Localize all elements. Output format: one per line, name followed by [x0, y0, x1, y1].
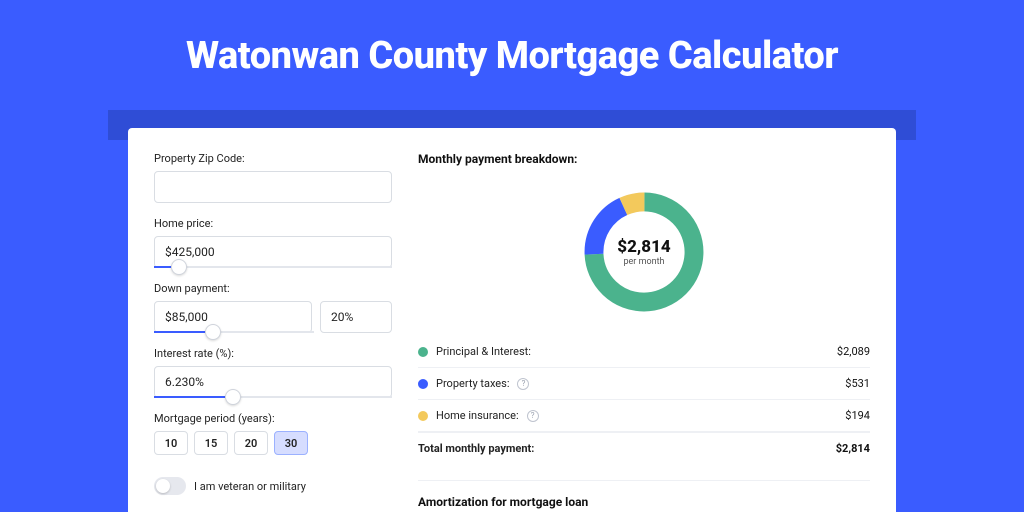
page: Watonwan County Mortgage Calculator Prop… [0, 0, 1024, 512]
rate-group: Interest rate (%): [154, 347, 392, 398]
rate-label: Interest rate (%): [154, 347, 392, 360]
legend: Principal & Interest: $2,089 Property ta… [418, 336, 870, 464]
legend-row-total: Total monthly payment: $2,814 [418, 432, 870, 464]
period-buttons: 10 15 20 30 [154, 431, 392, 455]
breakdown-title: Monthly payment breakdown: [418, 152, 870, 166]
price-slider[interactable] [154, 266, 392, 268]
period-group: Mortgage period (years): 10 15 20 30 [154, 412, 392, 455]
price-slider-fill [154, 266, 171, 268]
rate-slider-thumb[interactable] [225, 389, 241, 405]
rate-slider-fill [154, 396, 225, 398]
legend-label: Principal & Interest: [436, 345, 531, 358]
down-slider-fill [154, 331, 205, 333]
amortization-section: Amortization for mortgage loan Amortizat… [418, 480, 870, 512]
amortization-heading: Amortization for mortgage loan [418, 495, 870, 509]
veteran-row: I am veteran or military [154, 477, 392, 495]
down-slider[interactable] [154, 331, 314, 333]
legend-row-insurance: Home insurance: ? $194 [418, 400, 870, 432]
period-button-20[interactable]: 20 [234, 431, 268, 455]
calculator-card: Property Zip Code: Home price: Down paym… [128, 128, 896, 512]
legend-value: $194 [845, 409, 870, 422]
price-group: Home price: [154, 217, 392, 268]
total-label: Total monthly payment: [418, 442, 534, 455]
donut-amount: $2,814 [617, 237, 670, 257]
donut-wrap: $2,814 per month [418, 182, 870, 320]
form-column: Property Zip Code: Home price: Down paym… [154, 152, 392, 512]
down-slider-thumb[interactable] [205, 324, 221, 340]
swatch-icon [418, 347, 428, 357]
legend-label: Property taxes: [436, 377, 509, 390]
help-icon[interactable]: ? [527, 410, 539, 422]
payment-donut: $2,814 per month [578, 186, 710, 318]
zip-input[interactable] [154, 171, 392, 203]
help-icon[interactable]: ? [517, 378, 529, 390]
period-button-10[interactable]: 10 [154, 431, 188, 455]
page-title: Watonwan County Mortgage Calculator [0, 0, 1024, 98]
legend-value: $531 [845, 377, 870, 390]
swatch-icon [418, 379, 428, 389]
rate-input[interactable] [154, 366, 392, 398]
legend-row-principal: Principal & Interest: $2,089 [418, 336, 870, 368]
price-input[interactable] [154, 236, 392, 268]
veteran-toggle[interactable] [154, 477, 186, 495]
legend-row-taxes: Property taxes: ? $531 [418, 368, 870, 400]
period-button-15[interactable]: 15 [194, 431, 228, 455]
down-percent-input[interactable] [320, 301, 392, 333]
donut-center: $2,814 per month [578, 186, 710, 318]
price-label: Home price: [154, 217, 392, 230]
breakdown-column: Monthly payment breakdown: $2,814 per mo… [418, 152, 870, 512]
down-group: Down payment: [154, 282, 392, 333]
period-label: Mortgage period (years): [154, 412, 392, 425]
rate-slider[interactable] [154, 396, 392, 398]
veteran-label: I am veteran or military [194, 480, 306, 493]
total-value: $2,814 [836, 442, 870, 455]
period-button-30[interactable]: 30 [274, 431, 308, 455]
zip-group: Property Zip Code: [154, 152, 392, 203]
donut-sub: per month [623, 257, 664, 267]
down-label: Down payment: [154, 282, 392, 295]
legend-value: $2,089 [837, 345, 870, 358]
swatch-icon [418, 411, 428, 421]
price-slider-thumb[interactable] [171, 259, 187, 275]
down-amount-input[interactable] [154, 301, 312, 333]
legend-label: Home insurance: [436, 409, 519, 422]
zip-label: Property Zip Code: [154, 152, 392, 165]
